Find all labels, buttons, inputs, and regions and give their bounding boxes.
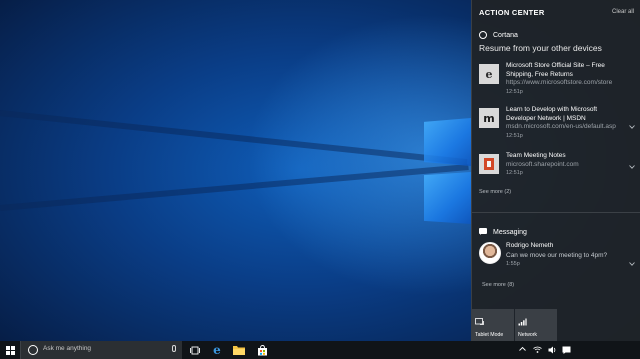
notification-item[interactable]: e Microsoft Store Official Site – Free S…: [479, 62, 635, 98]
expand-chevron-icon[interactable]: [629, 254, 635, 266]
cortana-section-header[interactable]: Cortana: [479, 30, 518, 40]
expand-chevron-icon[interactable]: [629, 164, 635, 170]
section-divider: [472, 212, 640, 213]
notification-url: microsoft.sharepoint.com: [506, 160, 579, 168]
volume-icon[interactable]: [548, 346, 557, 356]
quick-actions-row: Tablet Mode Network: [472, 309, 640, 341]
expand-chevron-icon[interactable]: [629, 124, 635, 130]
see-more-link[interactable]: See more (8): [482, 282, 514, 288]
taskbar: Ask me anything e: [0, 341, 640, 359]
clear-all-link[interactable]: Clear all: [612, 9, 634, 15]
task-view-button[interactable]: [188, 343, 202, 357]
notification-url: https://www.microsoftstore.com/store: [506, 79, 613, 86]
cortana-label: Cortana: [493, 31, 518, 39]
cortana-icon: [479, 31, 487, 39]
action-center-header: ACTION CENTER Clear all: [479, 8, 634, 20]
start-button[interactable]: [0, 341, 20, 359]
notifications-icon[interactable]: [562, 346, 571, 356]
network-button[interactable]: Network: [515, 309, 557, 341]
notification-time: 12:51p: [506, 132, 523, 139]
sharepoint-icon: [479, 154, 499, 174]
cortana-search-box[interactable]: Ask me anything: [20, 341, 182, 359]
chevron-up-icon[interactable]: [519, 346, 526, 354]
file-explorer-icon: [233, 346, 245, 355]
edge-icon: e: [213, 343, 221, 357]
notification-item[interactable]: m Learn to Develop with Microsoft Develo…: [479, 106, 635, 142]
notification-title: Team Meeting Notes: [506, 152, 566, 159]
message-time: 1:55p: [506, 260, 520, 267]
resume-subheading: Resume from your other devices: [479, 43, 602, 53]
file-explorer-button[interactable]: [232, 343, 246, 357]
store-icon: [257, 344, 267, 355]
messaging-label: Messaging: [493, 228, 527, 236]
cortana-circle-icon: [28, 345, 38, 355]
edge-taskbar-button[interactable]: e: [210, 343, 224, 357]
network-icon[interactable]: [533, 346, 542, 355]
notification-item[interactable]: Team Meeting Notes microsoft.sharepoint.…: [479, 152, 635, 184]
message-body: Can we move our meeting to 4pm?: [506, 251, 608, 259]
message-notification[interactable]: Rodrigo Nemeth Can we move our meeting t…: [479, 242, 635, 274]
task-view-icon: [190, 346, 200, 354]
action-center-title: ACTION CENTER: [479, 8, 545, 17]
action-center-panel: ACTION CENTER Clear all Cortana Resume f…: [471, 0, 640, 341]
msdn-icon: m: [479, 108, 499, 128]
tablet-mode-label: Tablet Mode: [475, 332, 504, 338]
microphone-icon[interactable]: [172, 345, 176, 352]
notification-title: Microsoft Store Official Site – Free Shi…: [506, 62, 605, 78]
windows-start-icon: [5, 345, 15, 355]
avatar: [479, 242, 501, 264]
tablet-mode-button[interactable]: Tablet Mode: [472, 309, 514, 341]
tablet-mode-icon: [475, 313, 484, 325]
wallpaper-light-beam: [0, 110, 468, 166]
windows-logo-pane: [424, 118, 471, 166]
message-sender: Rodrigo Nemeth: [506, 242, 554, 249]
notification-time: 12:51p: [506, 170, 523, 176]
network-icon: [518, 313, 527, 326]
search-placeholder: Ask me anything: [43, 345, 92, 352]
network-label: Network: [518, 332, 538, 338]
notification-time: 12:51p: [506, 88, 523, 95]
edge-icon: e: [479, 64, 499, 84]
windows-logo-pane: [424, 172, 471, 224]
wallpaper-light-beam: [0, 164, 469, 211]
notification-title: Learn to Develop with Microsoft Develope…: [506, 106, 598, 122]
see-more-link[interactable]: See more (2): [479, 189, 511, 195]
messaging-section-header[interactable]: Messaging: [479, 227, 527, 237]
notification-url: msdn.microsoft.com/en-us/default.asp: [506, 123, 616, 130]
store-button[interactable]: [255, 343, 269, 357]
messaging-icon: [479, 228, 487, 236]
